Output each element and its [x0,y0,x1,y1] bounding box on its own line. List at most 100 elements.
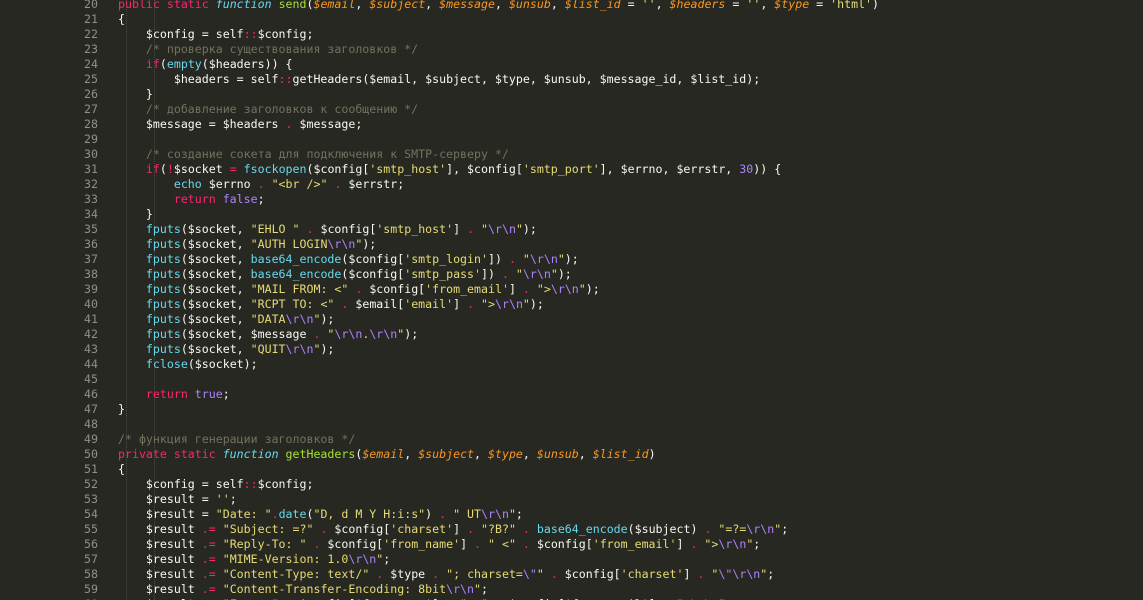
code-token: } [118,87,153,101]
code-line[interactable]: { [118,12,125,27]
code-line[interactable]: public static function send($email, $sub… [118,0,879,12]
code-token: "EHLO " [250,222,300,236]
code-line[interactable]: $result = "Date: ".date("D, d M Y H:i:s"… [118,507,523,522]
line-number: 46 [84,387,98,401]
code-token: base64_encode [250,252,342,266]
code-token: \r\n [348,552,377,566]
code-token: { [118,462,125,476]
code-line[interactable]: fputs($socket, "DATA\r\n"); [118,312,335,327]
code-token: $errno [201,177,258,191]
code-token: fputs [118,252,181,266]
code-token: \r\n [529,252,558,266]
code-token: } [118,402,125,416]
code-line[interactable]: fputs($socket, $message . "\r\n.\r\n"); [118,327,418,342]
code-token: $message = $headers [118,117,286,131]
code-line[interactable]: return false; [118,192,265,207]
code-token: ($socket, [180,237,251,251]
code-line[interactable]: $result .= "Content-Type: text/" . $type… [118,567,774,582]
code-line[interactable]: $message = $headers . $message; [118,117,362,132]
code-token: ; [257,192,265,206]
code-token: .= [201,582,216,596]
code-line[interactable]: $result .= "Content-Transfer-Encoding: 8… [118,582,488,597]
code-line[interactable]: fputs($socket, base64_encode($config['sm… [118,252,579,267]
line-number: 57 [84,552,98,566]
code-token: '' [215,492,230,506]
code-token: ($config[ [341,267,405,281]
code-line[interactable]: private static function getHeaders($emai… [118,447,656,462]
code-token: " <" [488,537,516,551]
line-number: 49 [84,432,98,446]
code-token: $result [118,522,202,536]
code-token: . [467,522,475,536]
code-line[interactable]: fputs($socket, "MAIL FROM: <" . $config[… [118,282,600,297]
code-line[interactable]: $config = self::$config; [118,27,314,42]
code-line[interactable]: } [118,207,153,222]
code-line[interactable]: fputs($socket, base64_encode($config['sm… [118,267,572,282]
code-token: " [557,252,565,266]
code-token: fputs [118,237,181,251]
line-number: 23 [84,42,98,56]
code-token: ); [362,237,377,251]
code-token: "; charset= [446,567,523,581]
code-token: "Date: " [215,507,272,521]
code-token: if [118,57,160,71]
code-line[interactable]: if(!$socket = fsockopen($config['smtp_ho… [118,162,781,177]
code-token: ]) [487,252,509,266]
code-line[interactable]: fputs($socket, "QUIT\r\n"); [118,342,335,357]
code-line[interactable]: /* создание сокета для подключения к SMT… [118,147,509,162]
code-line[interactable]: fputs($socket, "RCPT TO: <" . $email['em… [118,297,544,312]
code-token: 'smtp_login' [404,252,488,266]
code-token: " [522,252,530,266]
code-line[interactable]: } [118,402,125,417]
code-token: . [467,297,475,311]
code-token: ; [229,492,237,506]
code-token: fputs [118,327,181,341]
code-line[interactable]: fclose($socket); [118,357,258,372]
code-token: ($socket, [180,252,251,266]
code-line[interactable]: if(empty($headers)) { [118,57,293,72]
code-area[interactable]: public static function send ($email, $sub… [118,0,1143,600]
code-line[interactable]: $result .= "MIME-Version: 1.0\r\n"; [118,552,390,567]
code-token: $result = [118,492,216,506]
code-line[interactable]: { [118,462,125,477]
code-line[interactable]: $config = self::$config; [118,477,314,492]
code-token: fputs [118,282,181,296]
code-line[interactable]: $result = ''; [118,492,237,507]
code-line[interactable]: echo $errno . "<br />" . $errstr; [118,177,404,192]
code-line[interactable]: $result .= "Subject: =?" . $config['char… [118,522,788,537]
code-token: " UT [453,507,482,521]
code-line[interactable]: } [118,87,153,102]
code-token: ($socket, $message [180,327,314,341]
code-token: " [474,582,481,596]
code-token: "Content-Transfer-Encoding: 8bit [222,582,447,596]
code-line[interactable]: return true; [118,387,230,402]
code-token: 'html' [830,0,873,11]
code-token: . [257,177,265,191]
line-number: 43 [84,342,98,356]
code-line[interactable]: fputs($socket, "AUTH LOGIN\r\n"); [118,237,376,252]
code-line[interactable]: /* функция генерации заголовков */ [118,432,355,447]
code-line[interactable]: fputs($socket, "EHLO " . $config['smtp_h… [118,222,537,237]
code-line[interactable]: $headers = self::getHeaders($email, $sub… [118,72,760,87]
line-number: 35 [84,222,98,236]
code-token: " [515,222,523,236]
code-editor[interactable]: 20 21 22 23 24 25 26 27 28 29 30 31 32 33 34 35 36 37 38 39… [0,0,1143,600]
code-token: :: [278,72,293,86]
code-token: $result [118,567,202,581]
code-token: , [655,0,670,11]
code-line[interactable]: $result .= "Reply-To: " . $config['from_… [118,537,760,552]
code-token: . [550,567,558,581]
code-token: ); [522,222,537,236]
code-token: , [578,447,593,461]
code-token: { [118,12,125,26]
code-token: $unsub [508,0,551,11]
code-line[interactable]: /* проверка существования заголовков */ [118,42,418,57]
code-line[interactable]: /* добавление заголовков к сообщению */ [118,102,418,117]
line-number: 21 [84,12,98,26]
code-token: , [550,0,565,11]
code-token: fputs [118,267,181,281]
